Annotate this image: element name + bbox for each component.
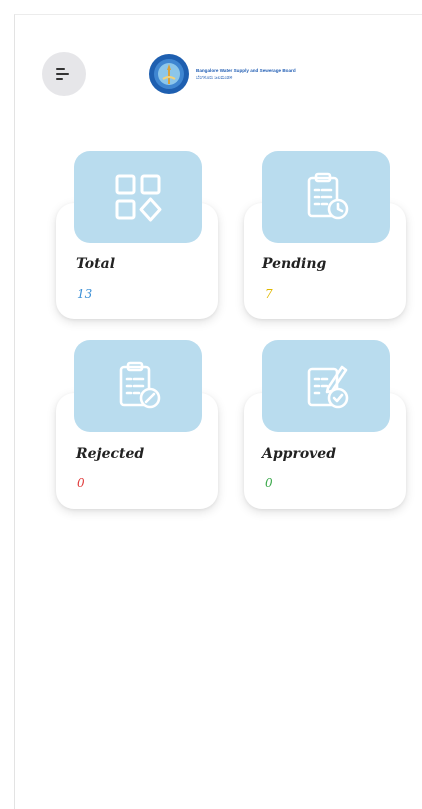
clipboard-clock-icon xyxy=(307,172,349,220)
stat-card-pending-icon-box xyxy=(262,151,390,243)
stat-card-approved-icon-box xyxy=(262,340,390,432)
stat-card-total-icon-box xyxy=(74,151,202,243)
stat-card-rejected-value: 0 xyxy=(77,476,85,490)
stat-card-rejected-label: Rejected xyxy=(76,446,145,462)
clipboard-approved-icon xyxy=(307,365,349,409)
stat-card-total-label: Total xyxy=(76,256,116,272)
brand-logo: Bangalore Water Supply and Sewerage Boar… xyxy=(148,52,368,96)
logo-title-kannada: ಬೆಂಗಳೂರು ಜಲಮಂಡಳಿ xyxy=(196,75,233,80)
menu-button[interactable] xyxy=(42,52,86,96)
grid-shapes-icon xyxy=(115,174,162,222)
clipboard-rejected-icon xyxy=(119,361,161,409)
stat-card-approved-label: Approved xyxy=(262,446,336,462)
stat-card-pending-value: 7 xyxy=(265,287,273,301)
stat-card-rejected-icon-box xyxy=(74,340,202,432)
bwssb-seal-logo xyxy=(149,54,189,94)
logo-title-english: Bangalore Water Supply and Sewerage Boar… xyxy=(196,68,296,73)
stat-card-total-value: 13 xyxy=(77,287,93,301)
stat-card-approved-value: 0 xyxy=(265,476,273,490)
menu-icon xyxy=(56,68,69,80)
stat-card-pending-label: Pending xyxy=(262,256,327,272)
